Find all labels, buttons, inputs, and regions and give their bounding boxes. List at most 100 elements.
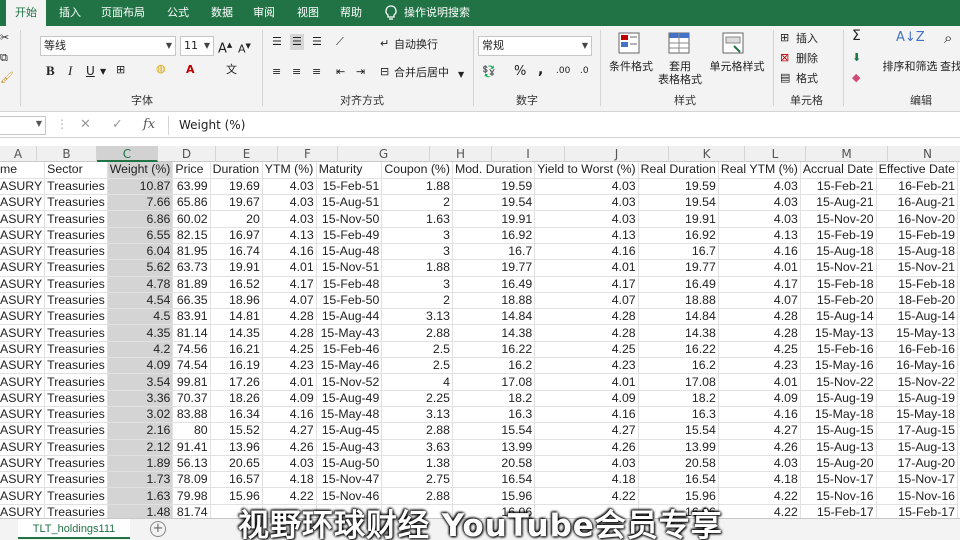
cell-mod-duration[interactable]: 13.99	[452, 439, 536, 456]
cell-effective-date[interactable]: 15-Nov-21	[876, 259, 959, 277]
cell-real-duration[interactable]: 20.58	[638, 455, 719, 473]
sort-filter-icon[interactable]: A↓Z	[896, 30, 925, 46]
cell-sector[interactable]: Treasuries	[44, 439, 108, 456]
cell-effective-date[interactable]: 16-Aug-21	[876, 194, 959, 212]
cell-maturity[interactable]: 15-Aug-48	[316, 243, 383, 261]
cell-grid[interactable]: me Sector Weight (%) Price Duration YTM (%) Ma…	[0, 162, 960, 518]
cell-name[interactable]: ASURY	[0, 455, 46, 473]
cell-accrual-date[interactable]: 15-Aug-19	[800, 390, 877, 407]
cell-duration[interactable]: 19.69	[210, 178, 263, 196]
cell-accrual-date[interactable]: 15-Aug-13	[800, 439, 877, 456]
cell-styles-button[interactable]: 单元格样式	[706, 60, 768, 73]
cell-real-ytm[interactable]: 4.28	[718, 324, 801, 342]
sheet-tab[interactable]: TLT_holdings111	[18, 519, 130, 539]
cell-price[interactable]: 81.14	[172, 324, 211, 342]
col-header-d[interactable]: D	[158, 146, 216, 162]
cell-weight[interactable]: 4.09	[107, 357, 174, 375]
align-right-icon[interactable]: ≡	[312, 64, 321, 80]
cell-real-ytm[interactable]: 4.26	[718, 439, 801, 456]
cell-yield-to-worst[interactable]: 4.17	[534, 276, 639, 293]
cell-price[interactable]: 79.98	[172, 487, 211, 505]
cell-maturity[interactable]: 15-Feb-49	[316, 227, 383, 244]
cell-weight[interactable]: 3.02	[107, 406, 174, 424]
percent-button[interactable]: %	[514, 64, 526, 80]
format-cells-button[interactable]: 格式	[796, 71, 818, 87]
cell-accrual-date[interactable]: 15-Aug-21	[800, 194, 877, 212]
cell-effective-date[interactable]: 15-Aug-13	[876, 439, 959, 456]
cell-name[interactable]: ASURY	[0, 487, 46, 505]
cell-coupon[interactable]: 3.13	[381, 308, 453, 326]
col-header-e[interactable]: E	[216, 146, 278, 162]
cell-accrual-date[interactable]: 15-Nov-22	[800, 373, 877, 391]
cell-weight[interactable]: 4.54	[107, 292, 174, 310]
cell-duration[interactable]: 19.91	[210, 259, 263, 277]
formula-input[interactable]: Weight (%)	[168, 116, 960, 135]
cell-real-ytm[interactable]: 4.03	[718, 210, 801, 228]
col-header-f[interactable]: F	[278, 146, 338, 162]
cell-real-ytm[interactable]: 4.13	[718, 227, 801, 244]
cell-mod-duration[interactable]: 19.59	[452, 178, 536, 196]
cell-yield-to-worst[interactable]: 4.03	[534, 210, 639, 228]
cell-real-ytm[interactable]: 4.01	[718, 259, 801, 277]
cell-sector[interactable]: Treasuries	[44, 373, 108, 391]
cell-real-ytm[interactable]: 4.16	[718, 243, 801, 261]
cell-mod-duration[interactable]: 14.84	[452, 308, 536, 326]
cell-real-duration[interactable]: 19.59	[638, 178, 719, 196]
decrease-decimal-button[interactable]: .0	[580, 63, 589, 79]
cell-real-duration[interactable]: 16.92	[638, 227, 719, 244]
cell-maturity[interactable]: 15-Feb-46	[316, 341, 383, 359]
cell-duration[interactable]: 16.97	[210, 227, 263, 244]
cell-price[interactable]: 74.54	[172, 357, 211, 375]
cell-sector[interactable]: Treasuries	[44, 243, 108, 261]
cell-effective-date[interactable]: 15-Nov-17	[876, 471, 959, 489]
cell-ytm[interactable]: 4.09	[262, 390, 317, 407]
cell-coupon[interactable]: 1.63	[381, 210, 453, 228]
cell-sector[interactable]: Treasuries	[44, 227, 108, 244]
name-box[interactable]: ▼	[0, 116, 46, 135]
cell-effective-date[interactable]: 16-May-16	[876, 357, 959, 375]
cell-duration[interactable]: 18.26	[210, 390, 263, 407]
tab-formulas[interactable]: 公式	[160, 0, 196, 26]
cell-duration[interactable]: 16.74	[210, 243, 263, 261]
cell-real-duration[interactable]: 18.2	[638, 390, 719, 407]
copy-icon[interactable]: ⧉	[0, 50, 8, 66]
cell-sector[interactable]: Treasuries	[44, 471, 108, 489]
cell-weight[interactable]: 1.73	[107, 471, 174, 489]
cell-effective-date[interactable]: 15-Feb-17	[876, 504, 959, 518]
delete-cells-icon[interactable]: ⊠	[780, 50, 789, 66]
col-header-g[interactable]: G	[338, 146, 430, 162]
cell-ytm[interactable]: 4.13	[262, 227, 317, 244]
cell-name[interactable]: ASURY	[0, 210, 46, 228]
cell-ytm[interactable]: 4.27	[262, 422, 317, 440]
cell-accrual-date[interactable]: 15-Aug-20	[800, 455, 877, 473]
cell-ytm[interactable]: 4.28	[262, 308, 317, 326]
cell-weight[interactable]: 6.86	[107, 210, 174, 228]
cell-accrual-date[interactable]: 15-May-13	[800, 324, 877, 342]
cell-weight[interactable]: 3.36	[107, 390, 174, 407]
insert-cells-icon[interactable]: ⊞	[780, 30, 789, 46]
cell-sector[interactable]: Treasuries	[44, 210, 108, 228]
cell-duration[interactable]: 16.21	[210, 341, 263, 359]
cell-maturity[interactable]: 15-Aug-51	[316, 194, 383, 212]
cell-name[interactable]: ASURY	[0, 292, 46, 310]
cell-sector[interactable]: Treasuries	[44, 422, 108, 440]
cell-duration[interactable]: 13.96	[210, 439, 263, 456]
cell-maturity[interactable]: 15-May-46	[316, 357, 383, 375]
cell-real-duration[interactable]: 14.38	[638, 324, 719, 342]
cell-real-ytm[interactable]: 4.09	[718, 390, 801, 407]
cell-effective-date[interactable]: 15-May-18	[876, 406, 959, 424]
cell-price[interactable]: 66.35	[172, 292, 211, 310]
col-header-k[interactable]: K	[669, 146, 745, 162]
shrink-font-button[interactable]: A▼	[238, 38, 251, 58]
cell-effective-date[interactable]: 15-Aug-14	[876, 308, 959, 326]
cell-mod-duration[interactable]: 19.91	[452, 210, 536, 228]
cell-accrual-date[interactable]: 15-Feb-19	[800, 227, 877, 244]
cell-price[interactable]: 65.86	[172, 194, 211, 212]
cell-duration[interactable]: 16.52	[210, 276, 263, 293]
cell-real-ytm[interactable]: 4.03	[718, 178, 801, 196]
cell-price[interactable]: 83.91	[172, 308, 211, 326]
cell-effective-date[interactable]: 15-Nov-16	[876, 487, 959, 505]
cell-coupon[interactable]: 3	[381, 276, 453, 293]
header-cell-duration[interactable]: Duration	[210, 162, 263, 179]
cell-coupon[interactable]: 1.88	[381, 178, 453, 196]
